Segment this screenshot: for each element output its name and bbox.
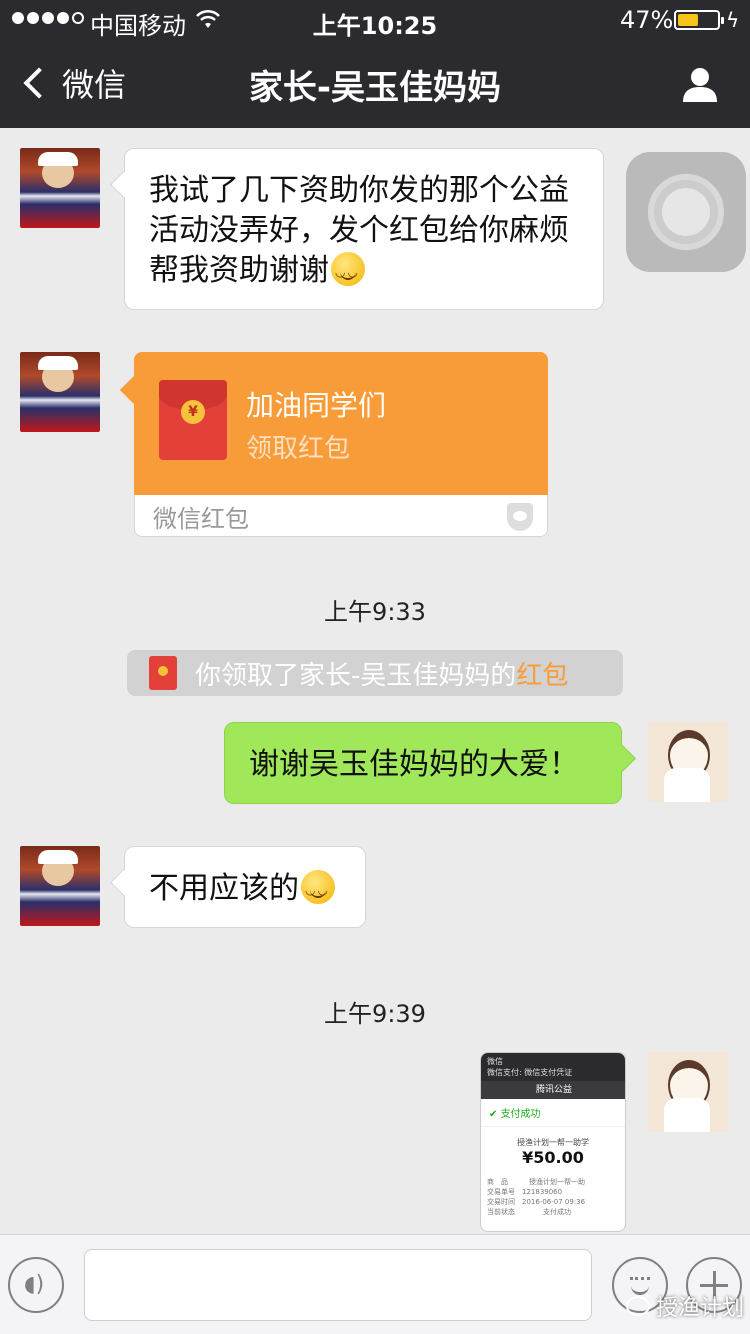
red-envelope-icon: [149, 656, 177, 690]
red-packet-link[interactable]: 红包: [516, 655, 568, 692]
avatar[interactable]: [648, 722, 728, 802]
avatar[interactable]: [648, 1052, 728, 1132]
status-bar: 中国移动 上午10:25 47% ϟ: [0, 0, 750, 40]
shield-icon: [507, 503, 533, 531]
screenshot-merchant: 腾讯公益: [481, 1081, 625, 1099]
wechat-logo-icon: [626, 1296, 650, 1316]
screenshot-app: 微信: [487, 1057, 503, 1066]
red-packet-action: 领取红包: [246, 434, 351, 464]
screenshot-status: ✔ 支付成功: [481, 1099, 625, 1127]
assistive-touch-button[interactable]: [626, 152, 746, 272]
message-bubble[interactable]: 不用应该的: [124, 846, 366, 928]
voice-button[interactable]: ◖): [8, 1257, 64, 1313]
avatar[interactable]: [20, 846, 100, 926]
system-notice-text: 你领取了家长-吴玉佳妈妈的: [195, 660, 517, 691]
red-packet-card[interactable]: ¥ 加油同学们 领取红包 微信红包: [134, 352, 548, 537]
message-bubble[interactable]: 我试了几下资助你发的那个公益活动没弄好，发个红包给你麻烦帮我资助谢谢: [124, 148, 604, 310]
image-message[interactable]: 微信 微信支付: 微信支付凭证 腾讯公益 ✔ 支付成功 授渔计划一帮一助学 ¥5…: [480, 1052, 626, 1232]
screenshot-header: 微信支付: 微信支付凭证: [487, 1068, 573, 1077]
smiley-icon: [301, 870, 335, 910]
screenshot-desc: 授渔计划一帮一助学: [517, 1138, 589, 1147]
red-envelope-icon: ¥: [159, 380, 227, 460]
battery-icon: [674, 10, 724, 30]
top-bar: 中国移动 上午10:25 47% ϟ 微信 家长-吴玉佳妈妈: [0, 0, 750, 128]
message-bubble[interactable]: 谢谢吴玉佳妈妈的大爱！: [224, 722, 622, 804]
timestamp: 上午9:39: [324, 1000, 426, 1028]
message-text: 不用应该的: [149, 871, 299, 906]
charging-icon: ϟ: [726, 8, 740, 32]
avatar[interactable]: [20, 352, 100, 432]
system-notice: 你领取了家长-吴玉佳妈妈的 红包: [127, 650, 623, 696]
chat-title: 家长-吴玉佳妈妈: [248, 68, 502, 108]
red-packet-title: 加油同学们: [246, 389, 387, 422]
message-text: 谢谢吴玉佳妈妈的大爱！: [249, 747, 579, 782]
red-packet-brand: 微信红包: [153, 505, 249, 533]
nav-bar: 微信 家长-吴玉佳妈妈: [0, 40, 750, 128]
message-input[interactable]: [84, 1249, 592, 1321]
person-icon[interactable]: [680, 64, 720, 104]
watermark: 授渔计划: [626, 1290, 744, 1322]
smiley-icon: [331, 252, 365, 292]
timestamp: 上午9:33: [324, 598, 426, 626]
avatar[interactable]: [20, 148, 100, 228]
battery-percent: 47%: [620, 6, 674, 34]
screenshot-rows: 商 品 授渔计划一帮一助 交易单号 121839060 交易时间 2016-06…: [487, 1178, 586, 1216]
voice-icon: ◖): [24, 1272, 45, 1297]
screenshot-amount: ¥50.00: [522, 1148, 584, 1167]
